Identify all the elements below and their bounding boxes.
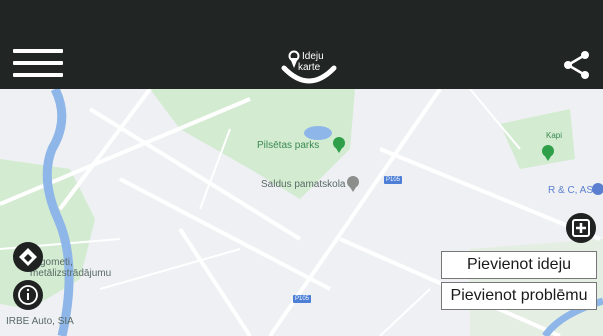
share-button[interactable] xyxy=(562,50,592,80)
share-icon xyxy=(564,51,589,79)
hamburger-icon xyxy=(13,49,63,53)
add-map-button[interactable] xyxy=(566,213,596,243)
business-marker-icon[interactable] xyxy=(592,183,603,195)
plus-square-icon xyxy=(572,219,590,237)
road-badge: P105 xyxy=(384,176,403,184)
irbe-label: IRBE Auto, SIA xyxy=(6,316,74,327)
add-problem-button[interactable]: Pievienot problēmu xyxy=(441,282,597,310)
hamburger-line xyxy=(13,61,63,65)
menu-button[interactable] xyxy=(13,49,63,81)
info-button[interactable] xyxy=(13,280,43,310)
road-badge: P105 xyxy=(293,295,312,303)
kapi-label: Kapi xyxy=(546,131,563,140)
school-label: Saldus pamatskola xyxy=(261,179,346,190)
navigate-button[interactable] xyxy=(13,242,43,272)
school-marker-icon[interactable] xyxy=(347,176,359,192)
logo-text-line2: karte xyxy=(298,62,321,73)
business-label: R & C, AS xyxy=(548,185,594,196)
logo-text-line1: Ideju xyxy=(302,51,324,62)
park-label: Pilsētas parks xyxy=(257,140,320,151)
navigation-diamond-icon xyxy=(19,248,37,266)
info-icon xyxy=(18,285,38,305)
top-bar: Ideju karte xyxy=(0,0,603,89)
app-logo: Ideju karte xyxy=(278,46,340,86)
add-idea-button[interactable]: Pievienot ideju xyxy=(441,251,597,279)
hamburger-line xyxy=(13,73,63,77)
